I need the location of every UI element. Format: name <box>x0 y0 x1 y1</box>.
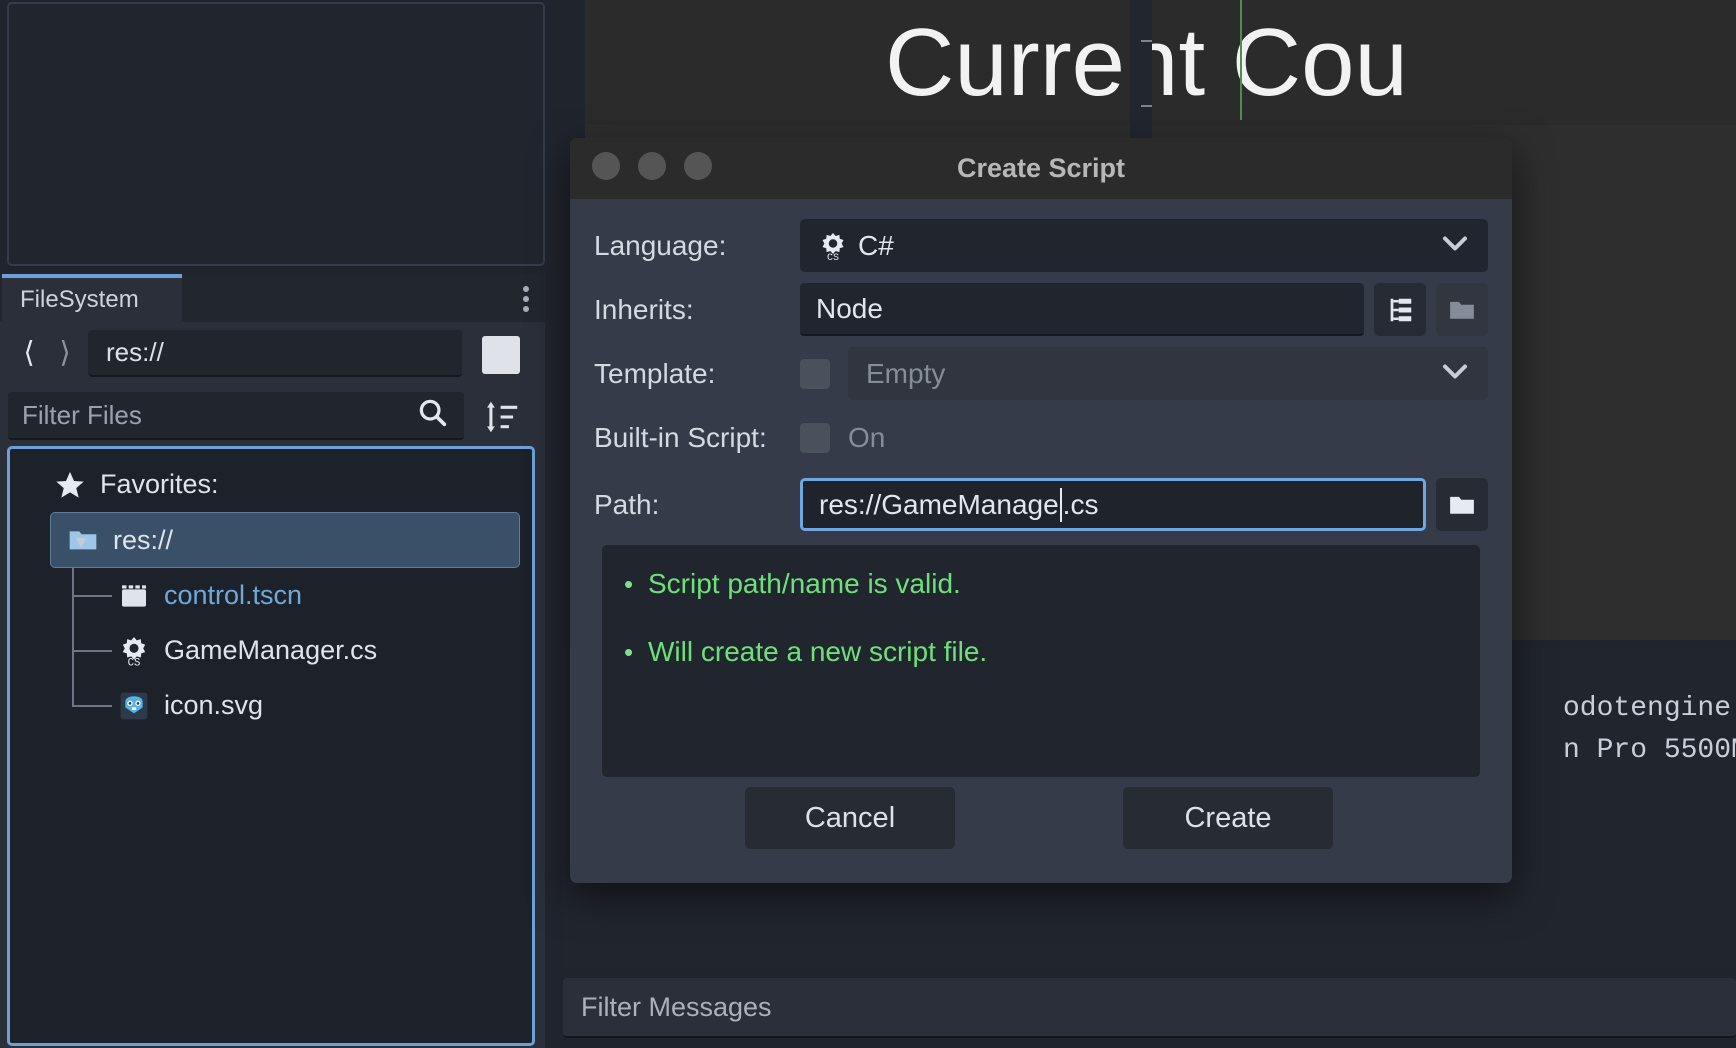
chevron-down-icon[interactable]: ▾ <box>67 513 95 569</box>
filter-files-placeholder: Filter Files <box>22 400 416 431</box>
vertical-dots-icon[interactable] <box>523 286 529 312</box>
folder-icon[interactable] <box>1436 478 1488 531</box>
template-label: Template: <box>594 358 800 390</box>
window-controls <box>592 152 712 180</box>
status-line: • Script path/name is valid. <box>624 567 1480 601</box>
tree-item-res-root[interactable]: ▾ res:// <box>50 512 520 568</box>
dialog-titlebar: Create Script <box>570 138 1512 199</box>
sort-icon[interactable] <box>484 400 520 434</box>
bullet-icon: • <box>624 635 648 669</box>
builtin-script-label: Built-in Script: <box>594 422 800 454</box>
create-script-dialog: Create Script Language: CS C# <box>570 138 1512 883</box>
svg-text:CS: CS <box>128 657 141 666</box>
language-select[interactable]: CS C# <box>800 219 1488 272</box>
inherits-input[interactable]: Node <box>800 283 1364 336</box>
list-item[interactable]: control.tscn <box>10 568 532 623</box>
tree-item-favorites[interactable]: Favorites: <box>10 457 532 512</box>
scene-tree-panel[interactable] <box>7 2 545 266</box>
chevron-down-icon[interactable] <box>1440 361 1470 386</box>
filesystem-path-input[interactable]: res:// <box>88 330 462 377</box>
create-button[interactable]: Create <box>1123 787 1333 849</box>
template-checkbox[interactable] <box>800 359 830 389</box>
maximize-button[interactable] <box>684 152 712 180</box>
list-item-label: GameManager.cs <box>164 635 377 666</box>
star-icon <box>54 469 86 501</box>
builtin-script-checkbox[interactable] <box>800 423 830 453</box>
output-line-1: odotengine.org <box>1563 688 1736 730</box>
tree-item-favorites-label: Favorites: <box>100 469 219 500</box>
left-dock-column: FileSystem ⟨ ⟩ res:// Filter Files <box>0 0 545 1048</box>
canvas-title-label: Current Cou <box>585 0 1736 125</box>
language-label: Language: <box>594 230 800 262</box>
template-value: Empty <box>866 358 945 390</box>
list-item[interactable]: CS GameManager.cs <box>10 623 532 678</box>
text-caret <box>1060 488 1062 522</box>
builtin-script-value: On <box>848 422 885 454</box>
row-language: Language: CS C# <box>594 219 1488 272</box>
path-input[interactable]: res://GameManage.cs <box>800 478 1426 531</box>
inherits-value: Node <box>816 293 883 325</box>
row-inherits: Inherits: Node <box>594 283 1488 336</box>
close-button[interactable] <box>592 152 620 180</box>
search-icon <box>416 396 450 435</box>
scene-icon <box>118 580 150 612</box>
favorite-toggle-icon[interactable] <box>482 336 520 374</box>
list-item-label: icon.svg <box>164 690 263 721</box>
path-label: Path: <box>594 489 800 521</box>
status-text: Will create a new script file. <box>648 635 987 669</box>
dialog-footer: Cancel Create <box>570 763 1512 883</box>
node-tree-icon[interactable] <box>1374 283 1426 336</box>
tree-item-res-root-label: res:// <box>113 525 173 556</box>
filesystem-tree[interactable]: Favorites: ▾ res:// control.tscn <box>7 446 535 1046</box>
path-value-before-caret: res://GameManage <box>819 489 1059 521</box>
list-item[interactable]: icon.svg <box>10 678 532 733</box>
filesystem-filter-row: Filter Files <box>0 384 545 446</box>
svg-text:CS: CS <box>827 252 839 260</box>
path-value-after-caret: .cs <box>1063 489 1099 521</box>
output-line-2: n Pro 5500M <box>1563 730 1736 772</box>
screen-root: Current Cou Count 500 odotengine.org n P… <box>0 0 1736 1048</box>
folder-icon[interactable] <box>1436 283 1488 336</box>
chevron-right-icon[interactable]: ⟩ <box>50 336 80 370</box>
row-path: Path: res://GameManage.cs <box>594 478 1488 531</box>
minimize-button[interactable] <box>638 152 666 180</box>
row-template: Template: Empty <box>594 347 1488 400</box>
csharp-icon: CS <box>818 231 848 261</box>
filesystem-path-value: res:// <box>106 337 164 368</box>
list-item-label: control.tscn <box>164 580 302 611</box>
row-builtin-script: Built-in Script: On <box>594 411 1488 464</box>
validation-status-box: • Script path/name is valid. • Will crea… <box>602 545 1480 777</box>
godot-icon <box>118 690 150 722</box>
tab-filesystem[interactable]: FileSystem <box>2 274 182 322</box>
cancel-button[interactable]: Cancel <box>745 787 955 849</box>
status-line: • Will create a new script file. <box>624 635 1480 669</box>
status-text: Script path/name is valid. <box>648 567 961 601</box>
tab-filesystem-label: FileSystem <box>20 286 139 314</box>
filesystem-tabbar: FileSystem <box>0 274 545 322</box>
output-filter-input[interactable]: Filter Messages <box>563 978 1736 1038</box>
inherits-label: Inherits: <box>594 294 800 326</box>
output-filter-placeholder: Filter Messages <box>581 992 772 1023</box>
template-select[interactable]: Empty <box>848 347 1488 400</box>
dialog-body: Language: CS C# <box>570 199 1512 777</box>
chevron-down-icon[interactable] <box>1440 233 1470 258</box>
guide-line <box>1240 0 1242 120</box>
bullet-icon: • <box>624 567 648 601</box>
language-value: C# <box>858 230 894 262</box>
filesystem-nav-row: ⟨ ⟩ res:// <box>0 322 545 384</box>
csharp-icon: CS <box>118 635 150 667</box>
filesystem-dock: FileSystem ⟨ ⟩ res:// Filter Files <box>0 274 545 1048</box>
filter-files-input[interactable]: Filter Files <box>8 392 464 440</box>
chevron-left-icon[interactable]: ⟨ <box>14 336 44 370</box>
